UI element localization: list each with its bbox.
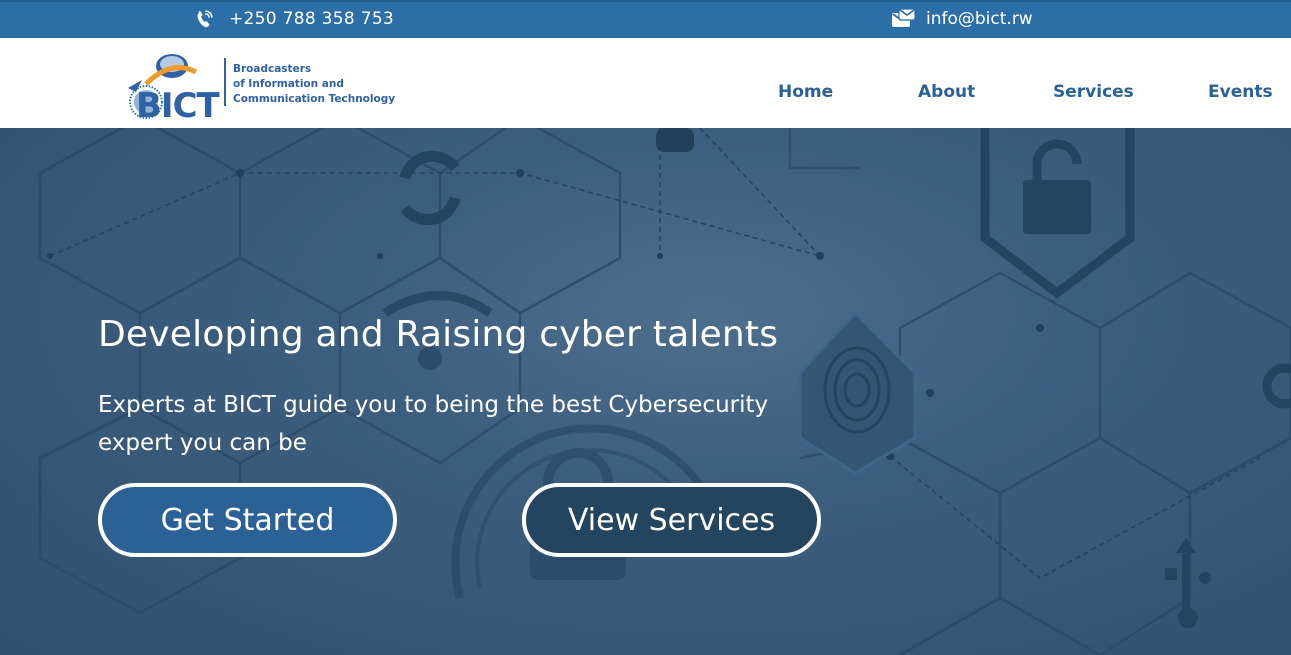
main-navbar: BICT Broadcasters of Information and Com… [0, 38, 1291, 128]
usb-icon [1165, 538, 1211, 628]
refresh-icon [399, 150, 461, 226]
logo-text: BICT [136, 86, 220, 126]
envelope-icon [892, 8, 916, 27]
tagline-line-2: of Information and [233, 78, 344, 90]
email-address[interactable]: info@bict.rw [926, 9, 1033, 29]
bict-logo[interactable]: BICT Broadcasters of Information and Com… [116, 44, 416, 126]
email-contact[interactable]: info@bict.rw [891, 8, 1033, 30]
hero-title: Developing and Raising cyber talents [98, 314, 779, 355]
phone-icon [197, 10, 213, 28]
phone-contact[interactable]: +250 788 358 753 [193, 8, 394, 30]
view-services-button[interactable]: View Services [522, 483, 821, 557]
nav-item-about[interactable]: About [918, 82, 975, 102]
phone-number[interactable]: +250 788 358 753 [229, 9, 394, 29]
hero-subtitle: Experts at BICT guide you to being the b… [98, 392, 769, 456]
logo-divider [224, 58, 226, 106]
nav-item-events[interactable]: Events [1208, 82, 1273, 102]
tagline-line-1: Broadcasters [233, 63, 312, 75]
tagline-line-3: Communication Technology [233, 93, 396, 105]
hero-section: Developing and Raising cyber talents Exp… [0, 128, 1291, 655]
get-started-button[interactable]: Get Started [98, 483, 397, 557]
nav-item-services[interactable]: Services [1053, 82, 1134, 102]
logo-tagline: Broadcasters of Information and Communic… [233, 62, 395, 107]
contact-bar: +250 788 358 753 info@bict.rw [0, 0, 1291, 38]
nav-item-home[interactable]: Home [778, 82, 833, 102]
